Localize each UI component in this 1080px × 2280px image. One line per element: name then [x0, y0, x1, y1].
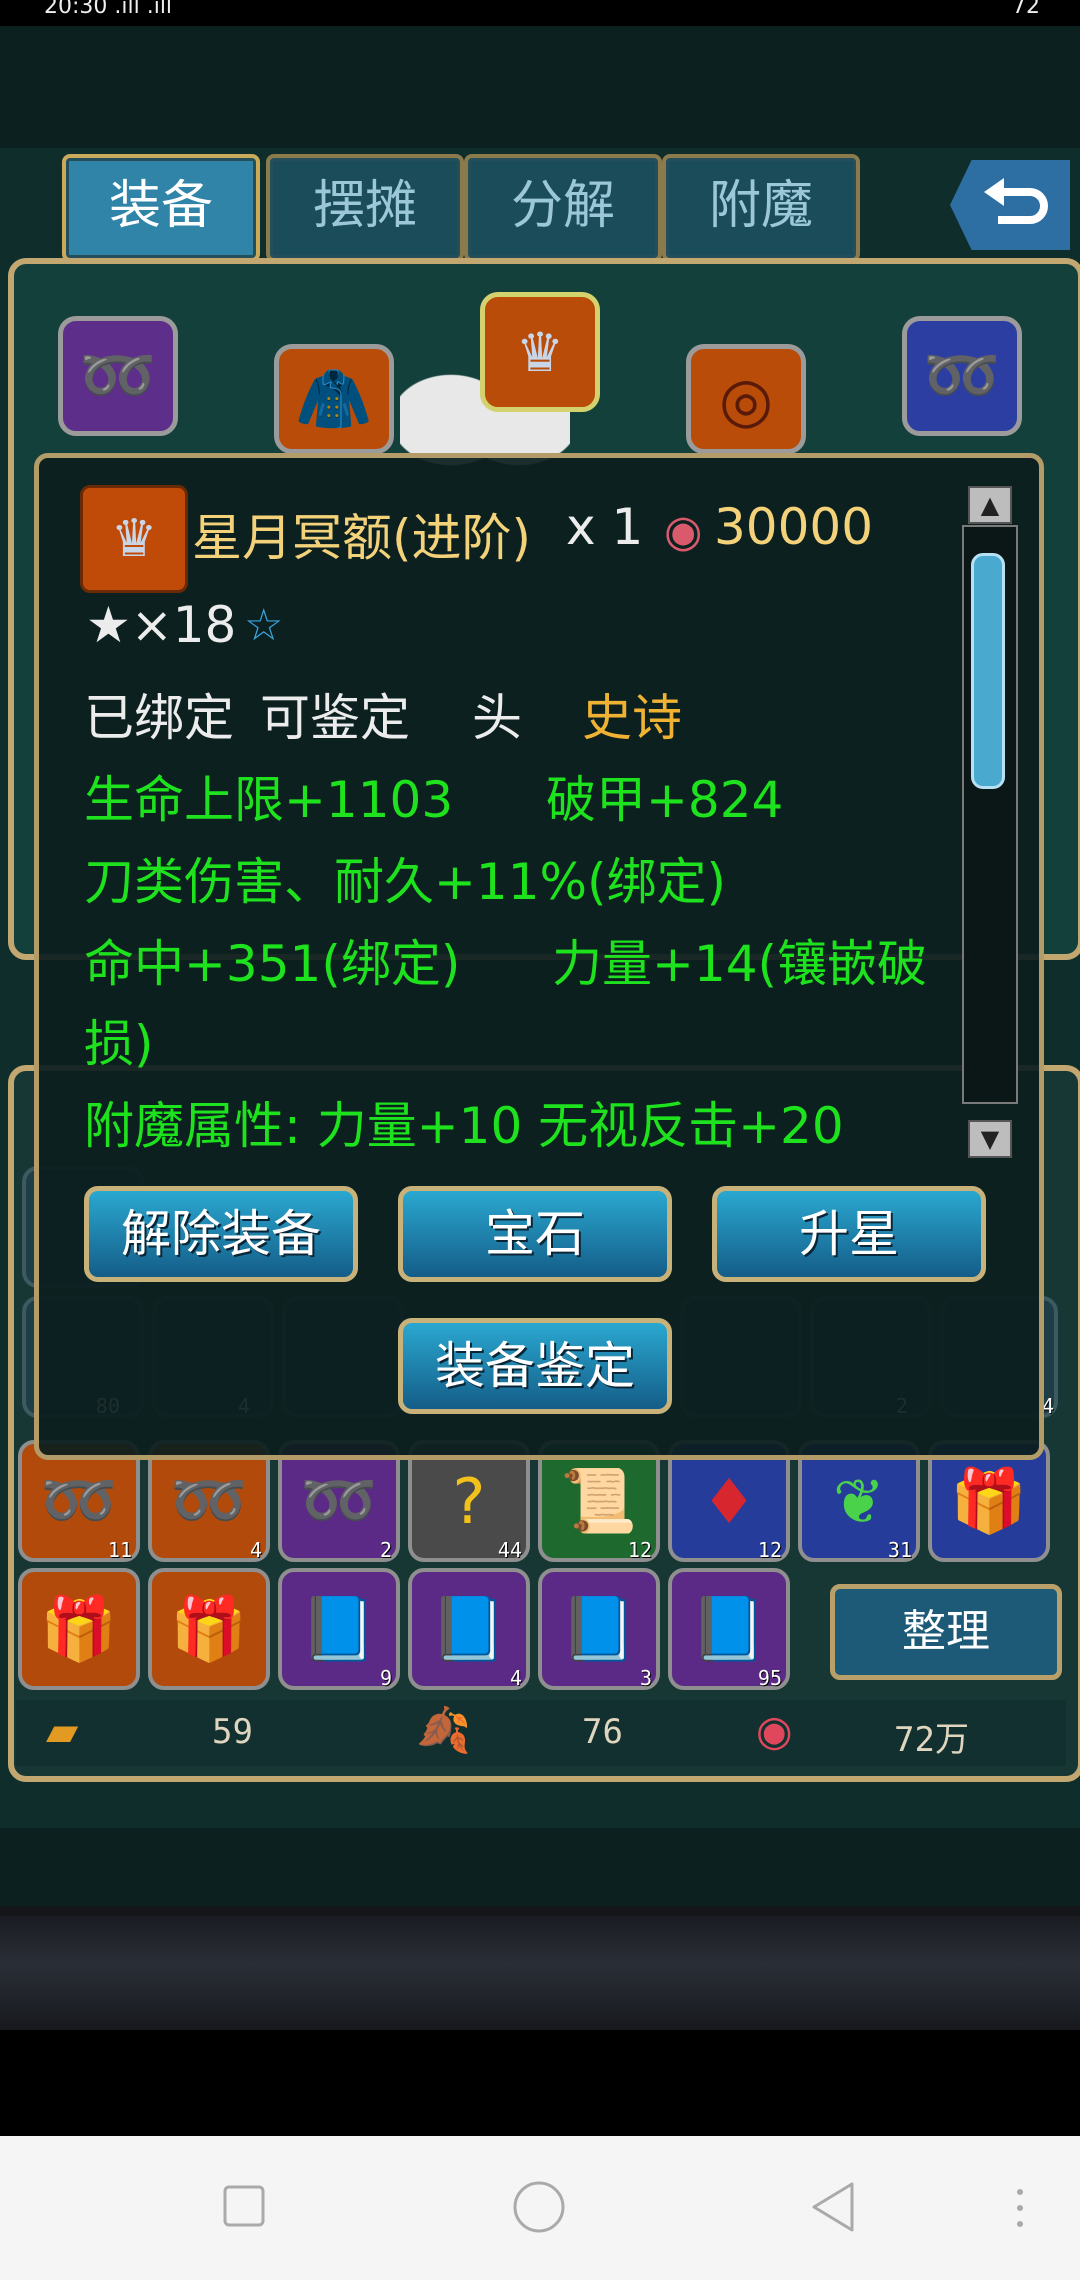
book-icon: 📘	[300, 1592, 378, 1665]
recents-icon[interactable]	[222, 2184, 266, 2228]
item-count: 44	[497, 1538, 522, 1562]
unequip-button[interactable]: 解除装备	[84, 1186, 358, 1282]
battery-indicator: 72	[1012, 0, 1040, 19]
gift-icon: 🎁	[40, 1592, 118, 1665]
upgrade-star-button[interactable]: 升星	[712, 1186, 986, 1282]
attr-armor-break: 破甲+824	[546, 771, 784, 829]
necklace-icon: ➿	[300, 1464, 378, 1537]
coin-value: 72万	[894, 1720, 969, 1760]
rarity: 史诗	[582, 689, 682, 747]
identify-status: 可鉴定	[260, 689, 410, 747]
item-count: 2	[379, 1538, 392, 1562]
necklace-icon: ➿	[79, 339, 157, 412]
armor-icon: 🧥	[295, 362, 373, 435]
equip-slot-helmet-selected[interactable]: ♛	[480, 292, 600, 412]
bound-status: 已绑定	[84, 689, 234, 747]
inventory-slot[interactable]: 📘 3	[538, 1568, 660, 1690]
book-icon: 📘	[430, 1592, 508, 1665]
item-count: 3	[639, 1666, 652, 1690]
item-icon: ♛	[80, 485, 188, 593]
coin-icon: ◉	[756, 1706, 793, 1755]
crown-icon: ♛	[515, 320, 565, 384]
attr-blade-damage: 刀类伤害、耐久+11%(绑定)	[84, 853, 727, 911]
black-bar	[0, 2030, 1080, 2136]
home-icon[interactable]	[512, 2180, 566, 2234]
necklace-icon: ➿	[170, 1464, 248, 1537]
system-nav-bar	[0, 2136, 1080, 2280]
gem-button[interactable]: 宝石	[398, 1186, 672, 1282]
tab-decompose[interactable]: 分解	[464, 154, 662, 262]
currency-bar: ▰ 59 🍂 76 ◉ 72万	[16, 1700, 1066, 1766]
gold-bar-icon: ▰	[46, 1706, 79, 1755]
item-name: 星月冥额(进阶)	[192, 509, 532, 567]
attr-strength-cont: 损)	[84, 1015, 154, 1073]
scroll-down-button[interactable]: ▼	[968, 1120, 1012, 1158]
item-count: 9	[379, 1666, 392, 1690]
crown-icon: ♛	[110, 509, 158, 569]
back-button[interactable]	[950, 160, 1070, 250]
equip-slot-armor[interactable]: 🧥	[274, 344, 394, 454]
return-icon	[984, 178, 1048, 224]
item-price: 30000	[714, 498, 874, 556]
inventory-slot[interactable]: 📘 95	[668, 1568, 790, 1690]
attr-enchant: 附魔属性: 力量+10 无视反击+20	[84, 1097, 844, 1155]
status-time: 20:30 .ıll .ıll	[44, 0, 173, 19]
star-outline-icon: ☆	[244, 600, 284, 651]
scroll-up-button[interactable]: ▲	[968, 486, 1012, 524]
leaf-value: 76	[582, 1712, 623, 1752]
gold-bar-value: 59	[212, 1712, 253, 1752]
leaf-icon: 🍂	[416, 1705, 471, 1756]
item-count: 4	[509, 1666, 522, 1690]
coin-icon: ◉	[664, 506, 703, 557]
attr-hp: 生命上限+1103	[84, 771, 454, 829]
attr-hit: 命中+351(绑定)	[84, 935, 461, 993]
tab-stall[interactable]: 摆摊	[266, 154, 464, 262]
back-nav-icon[interactable]	[808, 2180, 858, 2234]
item-count: 95	[757, 1666, 782, 1690]
equip-slot-bracer[interactable]: ◎	[686, 344, 806, 454]
gift-icon: 🎁	[950, 1464, 1028, 1537]
item-count: 11	[107, 1538, 132, 1562]
tab-equipment[interactable]: 装备	[62, 154, 260, 262]
equip-slot-necklace-left[interactable]: ➿	[58, 316, 178, 436]
ring-icon: ◎	[718, 362, 774, 436]
arrow-down-icon: ▼	[980, 1125, 1000, 1153]
item-stars: ★×18	[86, 596, 237, 654]
inventory-slot[interactable]: 📘 4	[408, 1568, 530, 1690]
inventory-slot[interactable]: 📘 9	[278, 1568, 400, 1690]
book-icon: 📘	[560, 1592, 638, 1665]
identify-button[interactable]: 装备鉴定	[398, 1318, 672, 1414]
item-count: 12	[627, 1538, 652, 1562]
arrow-up-icon: ▲	[980, 491, 1000, 519]
item-quantity: x 1	[566, 498, 644, 556]
inventory-slot[interactable]: 🎁	[148, 1568, 270, 1690]
inventory-slot[interactable]: 🎁	[18, 1568, 140, 1690]
item-count: 4	[249, 1538, 262, 1562]
background-fog	[0, 1916, 1080, 2036]
slot-type: 头	[472, 689, 522, 747]
necklace-icon: ➿	[923, 339, 1001, 412]
status-bar: 20:30 .ıll .ıll 72	[0, 0, 1080, 26]
equip-slot-necklace-right[interactable]: ➿	[902, 316, 1022, 436]
sort-button[interactable]: 整理	[830, 1584, 1062, 1680]
item-count: 12	[757, 1538, 782, 1562]
item-count: 31	[887, 1538, 912, 1562]
scrollbar-thumb[interactable]	[971, 553, 1005, 789]
more-icon[interactable]	[1014, 2186, 1026, 2230]
gift-icon: 🎁	[170, 1592, 248, 1665]
tab-enchant[interactable]: 附魔	[662, 154, 860, 262]
attr-strength: 力量+14(镶嵌破	[552, 935, 928, 993]
